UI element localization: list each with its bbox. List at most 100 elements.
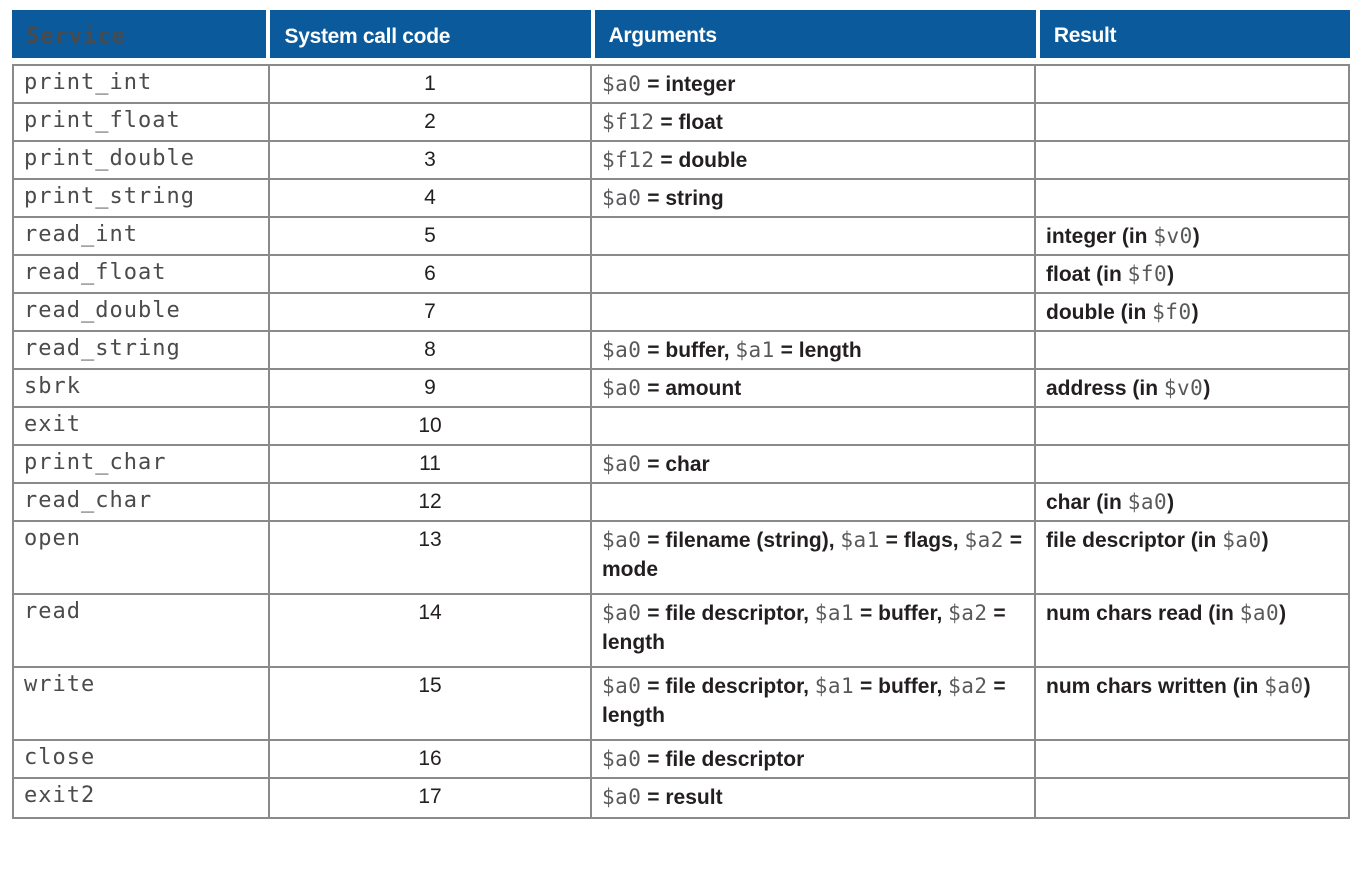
- cell-arguments: $a0 = result: [592, 779, 1036, 817]
- cell-service: read_char: [14, 484, 270, 520]
- cell-system-call-code: 2: [270, 104, 592, 140]
- register-token: $a0: [602, 528, 642, 552]
- register-token: $a2: [964, 528, 1004, 552]
- register-token: $v0: [1153, 224, 1193, 248]
- register-token: $a2: [948, 674, 988, 698]
- table-row: print_char 11 $a0 = char: [14, 446, 1348, 484]
- cell-service: open: [14, 522, 270, 593]
- cell-arguments: $a0 = buffer, $a1 = length: [592, 332, 1036, 368]
- cell-result: [1036, 104, 1348, 140]
- cell-system-call-code: 3: [270, 142, 592, 178]
- table-row: print_double 3 $f12 = double: [14, 142, 1348, 180]
- table-row: read_float 6 float (in $f0): [14, 256, 1348, 294]
- cell-service: sbrk: [14, 370, 270, 406]
- cell-service: read_string: [14, 332, 270, 368]
- column-header-result: Result: [1039, 10, 1351, 58]
- table-row: read_char 12 char (in $a0): [14, 484, 1348, 522]
- syscall-table: Service System call code Arguments Resul…: [12, 10, 1351, 819]
- table-row: print_int 1 $a0 = integer: [14, 66, 1348, 104]
- cell-result: num chars written (in $a0): [1046, 674, 1311, 698]
- cell-system-call-code: 9: [270, 370, 592, 406]
- table-body: print_int 1 $a0 = integer print_float 2 $f12 …: [12, 64, 1350, 819]
- register-token: $f12: [602, 110, 655, 134]
- cell-arguments: [592, 256, 1036, 292]
- register-token: $a0: [602, 186, 642, 210]
- cell-result: [1036, 180, 1348, 216]
- cell-result: [1036, 142, 1348, 178]
- cell-result: char (in $a0): [1046, 490, 1175, 514]
- cell-service: print_string: [14, 180, 270, 216]
- register-token: $f0: [1152, 300, 1192, 324]
- cell-system-call-code: 7: [270, 294, 592, 330]
- register-token: $a1: [840, 528, 880, 552]
- cell-system-call-code: 6: [270, 256, 592, 292]
- cell-system-call-code: 11: [270, 446, 592, 482]
- register-token: $a0: [1222, 528, 1262, 552]
- cell-result: address (in $v0): [1046, 376, 1211, 400]
- register-token: $f12: [602, 148, 655, 172]
- cell-result: [1036, 332, 1348, 368]
- register-token: $a1: [735, 338, 775, 362]
- register-token: $a0: [602, 72, 642, 96]
- register-token: $a0: [602, 601, 642, 625]
- cell-system-call-code: 15: [270, 668, 592, 739]
- table-header-row: Service System call code Arguments Resul…: [12, 10, 1351, 58]
- column-header-service: Service: [12, 10, 267, 58]
- cell-arguments: $a0 = file descriptor, $a1 = buffer, $a2…: [592, 595, 1036, 666]
- cell-arguments: [592, 294, 1036, 330]
- cell-result: [1036, 779, 1348, 817]
- cell-service: read: [14, 595, 270, 666]
- cell-system-call-code: 10: [270, 408, 592, 444]
- cell-service: write: [14, 668, 270, 739]
- table-row: sbrk 9 $a0 = amount address (in $v0): [14, 370, 1348, 408]
- cell-service: print_float: [14, 104, 270, 140]
- cell-service: read_double: [14, 294, 270, 330]
- register-token: $a1: [814, 601, 855, 625]
- cell-result: [1036, 741, 1348, 777]
- cell-result: double (in $f0): [1046, 300, 1199, 324]
- table-row: close 16 $a0 = file descriptor: [14, 741, 1348, 779]
- cell-service: exit: [14, 408, 270, 444]
- register-token: $f0: [1127, 262, 1168, 286]
- cell-arguments: $a0 = amount: [592, 370, 1036, 406]
- cell-service: print_char: [14, 446, 270, 482]
- cell-result: num chars read (in $a0): [1046, 601, 1287, 625]
- cell-system-call-code: 5: [270, 218, 592, 254]
- cell-result: [1036, 66, 1348, 102]
- cell-system-call-code: 17: [270, 779, 592, 817]
- table-row: write 15 $a0 = file descriptor, $a1 = buff…: [14, 668, 1348, 741]
- register-token: $a0: [1264, 674, 1304, 698]
- register-token: $a0: [1127, 490, 1168, 514]
- cell-system-call-code: 12: [270, 484, 592, 520]
- cell-system-call-code: 1: [270, 66, 592, 102]
- cell-system-call-code: 13: [270, 522, 592, 593]
- cell-result: file descriptor (in $a0): [1046, 528, 1269, 552]
- cell-system-call-code: 4: [270, 180, 592, 216]
- cell-arguments: [592, 408, 1036, 444]
- cell-arguments: $a0 = file descriptor: [592, 741, 1036, 777]
- cell-arguments: $a0 = integer: [592, 66, 1036, 102]
- table-row: read_string 8 $a0 = buffer, $a1 = length: [14, 332, 1348, 370]
- cell-service: close: [14, 741, 270, 777]
- cell-arguments: [592, 218, 1036, 254]
- register-token: $a2: [948, 601, 988, 625]
- register-token: $a0: [602, 785, 642, 809]
- register-token: $a0: [602, 747, 642, 771]
- register-token: $a0: [602, 338, 642, 362]
- cell-result: [1036, 408, 1348, 444]
- register-token: $a0: [602, 452, 642, 476]
- table-row: read_int 5 integer (in $v0): [14, 218, 1348, 256]
- cell-arguments: $a0 = file descriptor, $a1 = buffer, $a2…: [592, 668, 1036, 739]
- column-header-arguments: Arguments: [594, 10, 1036, 58]
- cell-result: integer (in $v0): [1046, 224, 1200, 248]
- table-row: open 13 $a0 = filename (string), $a1 = fla…: [14, 522, 1348, 595]
- register-token: $a0: [602, 674, 642, 698]
- register-token: $v0: [1163, 376, 1204, 400]
- cell-service: read_float: [14, 256, 270, 292]
- cell-system-call-code: 8: [270, 332, 592, 368]
- register-token: $a1: [814, 674, 855, 698]
- cell-service: print_int: [14, 66, 270, 102]
- cell-arguments: $a0 = filename (string), $a1 = flags, $a…: [592, 522, 1036, 593]
- table-row: print_float 2 $f12 = float: [14, 104, 1348, 142]
- cell-system-call-code: 16: [270, 741, 592, 777]
